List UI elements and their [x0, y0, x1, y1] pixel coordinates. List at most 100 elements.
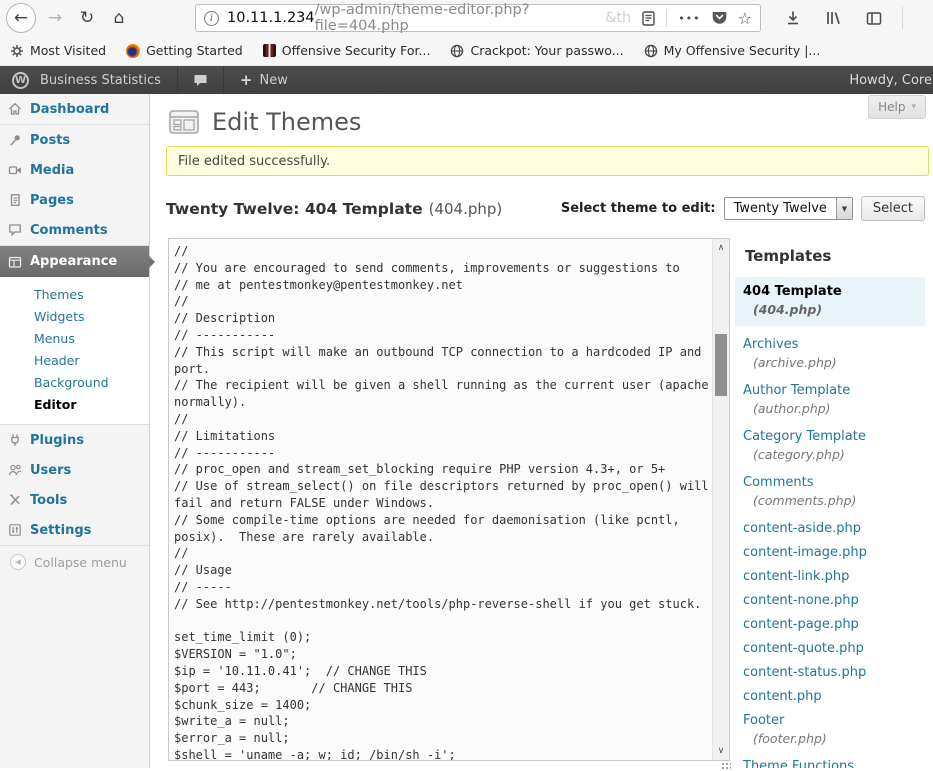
textarea-resize-grip[interactable]	[720, 761, 731, 771]
adminbar-howdy[interactable]: Howdy, Core	[849, 73, 933, 88]
collapse-menu-button[interactable]: ◀ Collapse menu	[0, 546, 149, 578]
screen: ← → ↻ ⌂ i 10.11.1.234/wp-admin/theme-edi…	[0, 0, 933, 768]
template-list-item[interactable]: Archives (archive.php)	[737, 335, 925, 376]
forward-button[interactable]: →	[39, 2, 71, 34]
template-name-link[interactable]: content-none.php	[743, 592, 919, 609]
template-name-link[interactable]: Theme Functions	[743, 758, 919, 768]
sidebar-item-pages[interactable]: Pages	[0, 185, 149, 215]
template-name-link[interactable]: content.php	[743, 688, 919, 705]
template-list-item[interactable]: Footer (footer.php)	[737, 711, 925, 752]
page-actions-icon[interactable]: •••	[678, 12, 700, 25]
template-name-link[interactable]: Footer	[743, 712, 919, 729]
template-name-link[interactable]: content-quote.php	[743, 640, 919, 657]
bookmark-crackpot[interactable]: Crackpot: Your passwo...	[450, 43, 623, 58]
submenu-item[interactable]: Widgets	[0, 306, 149, 328]
template-list-item[interactable]: Comments (comments.php)	[737, 473, 925, 514]
template-name-link[interactable]: Category Template	[743, 428, 919, 445]
sidebar-item-label: Tools	[30, 493, 67, 508]
bookmark-star-icon[interactable]: ☆	[738, 9, 752, 28]
scrollbar-thumb[interactable]	[715, 334, 727, 396]
sidebar-item-label: Settings	[30, 523, 91, 538]
template-list-item[interactable]: content-page.php	[737, 615, 925, 634]
adminbar-comments-button[interactable]	[178, 74, 223, 87]
sidebar-item-label: Dashboard	[30, 102, 109, 117]
template-filename: (comments.php)	[743, 493, 919, 509]
pocket-icon[interactable]	[712, 11, 727, 25]
sidebar-item-dashboard[interactable]: Dashboard	[0, 94, 149, 124]
theme-select-dropdown[interactable]: Twenty Twelve ▼	[724, 197, 853, 220]
submenu-item[interactable]: Background	[0, 372, 149, 394]
adminbar-new-button[interactable]: + New	[224, 71, 304, 89]
comment-bubble-icon	[8, 223, 22, 237]
submenu-item[interactable]: Editor	[0, 394, 149, 416]
bookmark-getting-started[interactable]: Getting Started	[126, 43, 243, 58]
sidebar-item-tools[interactable]: Tools	[0, 485, 149, 515]
theme-select-label: Select theme to edit:	[561, 201, 716, 216]
template-name-link[interactable]: Comments	[743, 474, 919, 491]
scroll-up-arrow[interactable]: ∧	[713, 242, 729, 254]
template-name-link[interactable]: content-link.php	[743, 568, 919, 585]
templates-heading: Templates	[745, 247, 933, 265]
template-list-item[interactable]: content-image.php	[737, 543, 925, 562]
scroll-down-arrow[interactable]: ∨	[713, 745, 729, 757]
bookmark-most-visited[interactable]: Most Visited	[10, 43, 106, 58]
bookmark-my-offsec[interactable]: My Offensive Security |...	[644, 43, 821, 58]
reader-mode-icon[interactable]	[642, 11, 655, 26]
document-filename: (404.php)	[429, 200, 503, 218]
sidebar-item-settings[interactable]: Settings	[0, 515, 149, 545]
template-name-link[interactable]: content-status.php	[743, 664, 919, 681]
template-name-link[interactable]: Archives	[743, 336, 919, 353]
bookmarks-toolbar: Most Visited Getting Started Offensive S…	[0, 36, 933, 66]
submenu-item-label: Editor	[34, 397, 77, 412]
sidebar-item-posts[interactable]: Posts	[0, 125, 149, 155]
template-list-item[interactable]: content-status.php	[737, 663, 925, 682]
submenu-item-label: Themes	[34, 287, 84, 302]
template-list-item[interactable]: Category Template (category.php)	[737, 427, 925, 468]
bookmark-label: Offensive Security For...	[282, 43, 431, 58]
bookmark-offsec-forum[interactable]: Offensive Security For...	[263, 43, 431, 58]
template-list-item[interactable]: 404 Template (404.php)	[735, 277, 925, 326]
sidebar-item-users[interactable]: Users	[0, 455, 149, 485]
offsec-favicon	[263, 44, 276, 57]
template-list-item[interactable]: content-none.php	[737, 591, 925, 610]
template-name-link[interactable]: content-image.php	[743, 544, 919, 561]
pushpin-icon	[8, 133, 22, 147]
page-title-row: Edit Themes	[168, 106, 361, 138]
downloads-icon[interactable]	[785, 10, 801, 26]
back-button[interactable]: ←	[6, 3, 36, 33]
help-button[interactable]: Help ▾	[868, 95, 926, 119]
url-bar[interactable]: i 10.11.1.234/wp-admin/theme-editor.php?…	[195, 4, 761, 32]
editor-scrollbar[interactable]: ∧ ∨	[712, 239, 729, 760]
sidebar-item-plugins[interactable]: Plugins	[0, 425, 149, 455]
sidebar-item-media[interactable]: Media	[0, 155, 149, 185]
submenu-item[interactable]: Themes	[0, 284, 149, 306]
submenu-item[interactable]: Menus	[0, 328, 149, 350]
template-name-link[interactable]: content-aside.php	[743, 520, 919, 537]
theme-select-button[interactable]: Select	[861, 196, 925, 221]
sidebar-item-label: Posts	[30, 133, 70, 148]
sidebars-icon[interactable]	[866, 11, 882, 26]
code-textarea[interactable]: // // You are encouraged to send comment…	[169, 239, 711, 760]
template-list-item[interactable]: content.php	[737, 687, 925, 706]
sidebar-item-comments[interactable]: Comments	[0, 215, 149, 245]
template-list-item[interactable]: content-link.php	[737, 567, 925, 586]
forward-icon: →	[48, 8, 62, 28]
submenu-item[interactable]: Header	[0, 350, 149, 372]
library-icon[interactable]	[825, 10, 842, 26]
wordpress-logo-icon[interactable]: W	[12, 72, 29, 89]
site-info-icon[interactable]: i	[204, 11, 219, 26]
template-list-item[interactable]: Theme Functions (functions.php)	[737, 757, 925, 768]
templates-panel: Templates 404 Template (404.php) Archive…	[735, 234, 933, 768]
template-name-link[interactable]: Author Template	[743, 382, 919, 399]
template-list-item[interactable]: content-quote.php	[737, 639, 925, 658]
submenu-item-label: Widgets	[34, 309, 85, 324]
sidebar-item-appearance[interactable]: Appearance	[0, 246, 149, 277]
template-name-link[interactable]: content-page.php	[743, 616, 919, 633]
home-button[interactable]: ⌂	[103, 2, 135, 34]
reload-button[interactable]: ↻	[71, 2, 103, 34]
adminbar-site-name[interactable]: Business Statistics	[40, 73, 161, 88]
template-list-item[interactable]: content-aside.php	[737, 519, 925, 538]
template-name-link[interactable]: 404 Template	[743, 283, 917, 300]
media-icon	[8, 163, 22, 177]
template-list-item[interactable]: Author Template (author.php)	[737, 381, 925, 422]
